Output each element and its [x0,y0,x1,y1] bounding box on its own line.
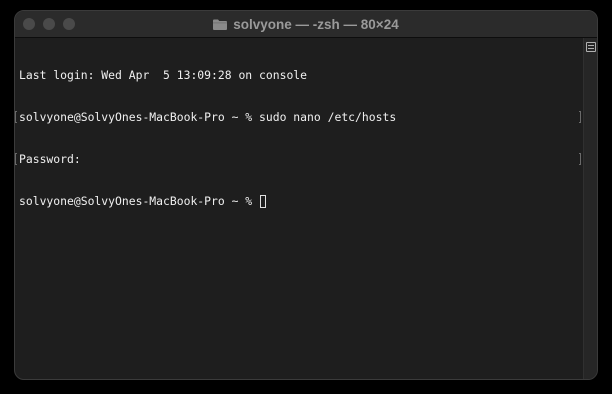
terminal-window: solvyone — -zsh — 80×24 Last login: Wed … [14,10,598,380]
command-mark-right [579,153,581,165]
terminal-line-text: solvyone@SolvyOnes-MacBook-Pro ~ % [19,194,260,208]
scrollbar[interactable] [583,38,597,379]
terminal-line-text: solvyone@SolvyOnes-MacBook-Pro ~ % sudo … [19,110,397,124]
block-cursor [260,195,267,208]
split-pane-icon[interactable] [586,42,596,52]
folder-icon [213,19,228,30]
command-mark-left [15,153,17,165]
title-bar[interactable]: solvyone — -zsh — 80×24 [15,11,597,38]
terminal-line: Last login: Wed Apr 5 13:09:28 on consol… [19,68,583,82]
command-mark-right [579,111,581,123]
terminal-line-text: Password: [19,152,81,166]
terminal-output[interactable]: Last login: Wed Apr 5 13:09:28 on consol… [15,38,583,379]
terminal-line-text: Last login: Wed Apr 5 13:09:28 on consol… [19,68,308,82]
window-title-text: solvyone — -zsh — 80×24 [233,16,399,32]
command-mark-left [15,111,17,123]
window-title: solvyone — -zsh — 80×24 [15,11,597,37]
terminal-line: solvyone@SolvyOnes-MacBook-Pro ~ % sudo … [15,110,583,124]
terminal-line: solvyone@SolvyOnes-MacBook-Pro ~ % [19,194,583,208]
terminal-line: Password: [15,152,583,166]
